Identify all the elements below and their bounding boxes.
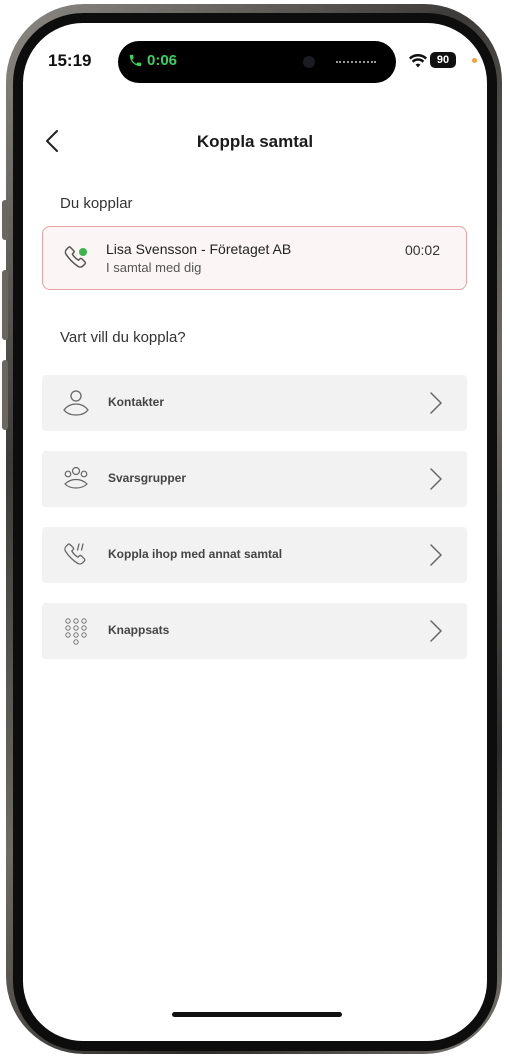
privacy-indicator-dot — [472, 58, 477, 63]
chevron-right-icon — [430, 620, 442, 642]
option-keypad[interactable]: Knappsats — [42, 603, 467, 659]
active-call-pill[interactable]: 0:06 — [128, 52, 177, 69]
section-label-transfer: Vart vill du koppla? — [60, 329, 186, 346]
audio-wave-icon — [336, 61, 376, 63]
side-button-volume-up — [2, 270, 8, 340]
contact-person-icon — [63, 390, 89, 416]
status-bar: 15:19 0:06 90 — [23, 23, 487, 83]
chevron-right-icon — [430, 544, 442, 566]
call-status: I samtal med dig — [106, 260, 202, 275]
camera-icon — [303, 56, 315, 68]
side-button-volume-down — [2, 360, 8, 430]
phone-active-icon — [62, 244, 90, 272]
nav-header: Koppla samtal — [23, 123, 487, 163]
option-contacts[interactable]: Kontakter — [42, 375, 467, 431]
option-label-keypad: Knappsats — [108, 623, 170, 637]
home-indicator[interactable] — [172, 1012, 342, 1017]
option-answer-groups[interactable]: Svarsgrupper — [42, 451, 467, 507]
section-label-current-call: Du kopplar — [60, 195, 133, 212]
status-time: 15:19 — [48, 51, 92, 70]
option-label-contacts: Kontakter — [108, 395, 165, 409]
call-timer: 00:02 — [404, 242, 440, 258]
dynamic-island[interactable]: 0:06 — [118, 41, 396, 83]
phone-screen: 15:19 0:06 90 Koppla samtal Du kopplar L… — [23, 23, 487, 1041]
option-label-answer-groups: Svarsgrupper — [108, 471, 187, 485]
phone-ringing-icon — [64, 543, 86, 565]
keypad-icon — [65, 618, 87, 645]
call-duration: 0:06 — [147, 52, 178, 69]
active-call-card[interactable]: Lisa Svensson - Företaget AB I samtal me… — [42, 226, 467, 290]
caller-name: Lisa Svensson - Företaget AB — [106, 241, 292, 257]
wifi-icon — [409, 54, 427, 68]
chevron-right-icon — [430, 468, 442, 490]
option-join-call[interactable]: Koppla ihop med annat samtal — [42, 527, 467, 583]
group-icon — [64, 466, 88, 489]
battery-indicator: 90 — [430, 52, 456, 68]
phone-icon — [129, 54, 142, 67]
chevron-right-icon — [430, 392, 442, 414]
side-button-silent — [2, 200, 8, 240]
page-title: Koppla samtal — [196, 132, 314, 151]
option-label-join-call: Koppla ihop med annat samtal — [108, 547, 283, 561]
